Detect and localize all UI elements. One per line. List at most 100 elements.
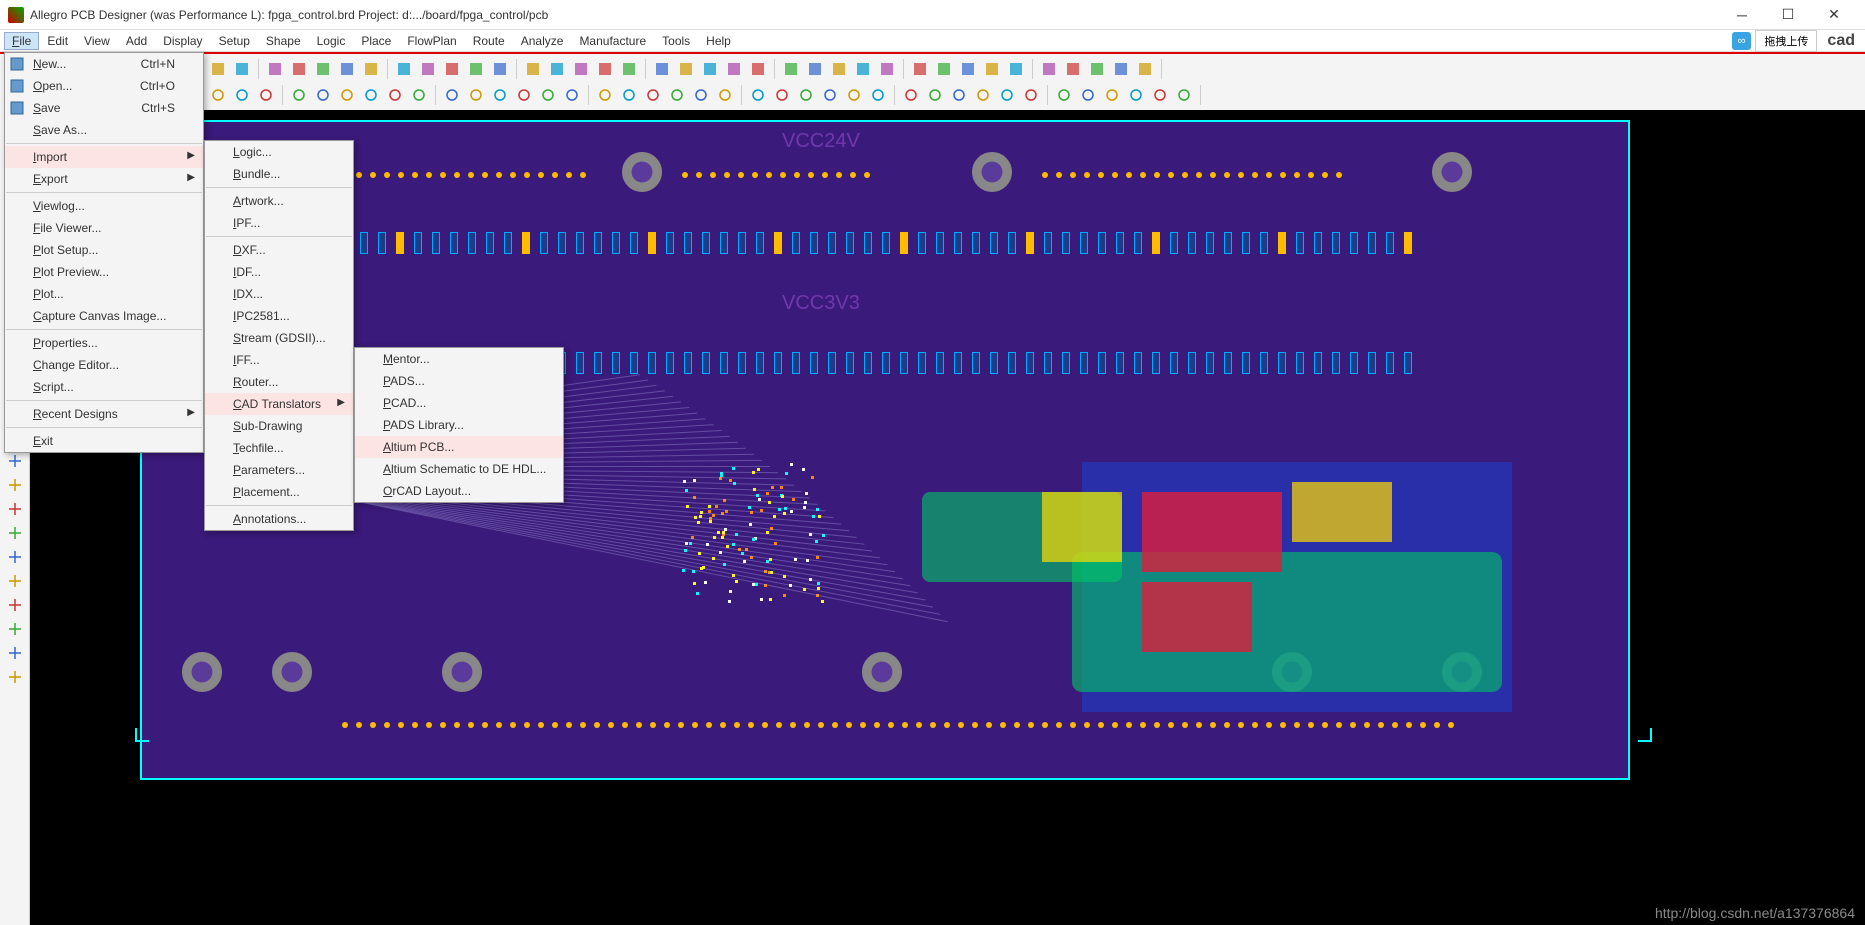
maximize-button[interactable]: ☐ [1765,0,1811,30]
vtool-btn-15[interactable] [4,474,26,496]
toolbar2-btn-41[interactable] [1173,84,1195,106]
toolbar2-btn-34[interactable] [996,84,1018,106]
toolbar1-btn-4[interactable] [231,58,253,80]
menu-item-properties-[interactable]: Properties... [5,332,203,354]
toolbar1-btn-26[interactable] [804,58,826,80]
menu-item-altium-pcb-[interactable]: Altium PCB... [355,436,563,458]
toolbar2-btn-17[interactable] [561,84,583,106]
menu-item-script-[interactable]: Script... [5,376,203,398]
toolbar2-btn-4[interactable] [231,84,253,106]
toolbar2-btn-9[interactable] [360,84,382,106]
menu-item-techfile-[interactable]: Techfile... [205,437,353,459]
toolbar2-btn-20[interactable] [642,84,664,106]
toolbar2-btn-27[interactable] [819,84,841,106]
menu-item-save[interactable]: SaveCtrl+S [5,97,203,119]
vtool-btn-17[interactable] [4,522,26,544]
menu-item-logic-[interactable]: Logic... [205,141,353,163]
vtool-btn-21[interactable] [4,618,26,640]
menu-item-ipf-[interactable]: IPF... [205,212,353,234]
toolbar1-btn-37[interactable] [1086,58,1108,80]
menu-item-mentor-[interactable]: Mentor... [355,348,563,370]
menu-flowplan[interactable]: FlowPlan [399,32,464,50]
toolbar1-btn-10[interactable] [393,58,415,80]
toolbar1-btn-16[interactable] [546,58,568,80]
toolbar2-btn-14[interactable] [489,84,511,106]
toolbar2-btn-36[interactable] [1053,84,1075,106]
toolbar1-btn-8[interactable] [336,58,358,80]
toolbar2-btn-37[interactable] [1077,84,1099,106]
vtool-btn-20[interactable] [4,594,26,616]
toolbar2-btn-29[interactable] [867,84,889,106]
menu-item-annotations-[interactable]: Annotations... [205,508,353,530]
toolbar2-btn-32[interactable] [948,84,970,106]
toolbar1-btn-13[interactable] [465,58,487,80]
menu-display[interactable]: Display [155,32,210,50]
menu-item-placement-[interactable]: Placement... [205,481,353,503]
toolbar2-btn-3[interactable] [207,84,229,106]
toolbar1-btn-23[interactable] [723,58,745,80]
toolbar2-btn-16[interactable] [537,84,559,106]
toolbar1-btn-39[interactable] [1134,58,1156,80]
menu-item-plot-[interactable]: Plot... [5,283,203,305]
toolbar2-btn-28[interactable] [843,84,865,106]
menu-item-recent-designs[interactable]: Recent Designs▶ [5,403,203,425]
menu-item-new-[interactable]: New...Ctrl+N [5,53,203,75]
toolbar1-btn-21[interactable] [675,58,697,80]
menu-item-parameters-[interactable]: Parameters... [205,459,353,481]
toolbar2-btn-33[interactable] [972,84,994,106]
vtool-btn-14[interactable] [4,450,26,472]
menu-item-altium-schematic-to-de-hdl-[interactable]: Altium Schematic to DE HDL... [355,458,563,480]
menu-item-artwork-[interactable]: Artwork... [205,190,353,212]
toolbar1-btn-15[interactable] [522,58,544,80]
toolbar1-btn-6[interactable] [288,58,310,80]
toolbar2-btn-19[interactable] [618,84,640,106]
menu-item-plot-setup-[interactable]: Plot Setup... [5,239,203,261]
toolbar2-btn-30[interactable] [900,84,922,106]
menu-item-import[interactable]: Import▶ [5,146,203,168]
toolbar2-btn-12[interactable] [441,84,463,106]
menu-add[interactable]: Add [118,32,155,50]
toolbar1-btn-19[interactable] [618,58,640,80]
toolbar1-btn-32[interactable] [957,58,979,80]
menu-item-idf-[interactable]: IDF... [205,261,353,283]
toolbar2-btn-25[interactable] [771,84,793,106]
toolbar1-btn-18[interactable] [594,58,616,80]
menu-route[interactable]: Route [465,32,513,50]
toolbar2-btn-8[interactable] [336,84,358,106]
vtool-btn-22[interactable] [4,642,26,664]
toolbar1-btn-33[interactable] [981,58,1003,80]
toolbar2-btn-18[interactable] [594,84,616,106]
toolbar1-btn-7[interactable] [312,58,334,80]
toolbar1-btn-34[interactable] [1005,58,1027,80]
menu-item-capture-canvas-image-[interactable]: Capture Canvas Image... [5,305,203,327]
menu-analyze[interactable]: Analyze [513,32,572,50]
toolbar2-btn-24[interactable] [747,84,769,106]
menu-item-ipc2581-[interactable]: IPC2581... [205,305,353,327]
toolbar2-btn-40[interactable] [1149,84,1171,106]
toolbar2-btn-21[interactable] [666,84,688,106]
menu-view[interactable]: View [76,32,118,50]
toolbar2-btn-22[interactable] [690,84,712,106]
toolbar1-btn-30[interactable] [909,58,931,80]
toolbar1-btn-28[interactable] [852,58,874,80]
menu-tools[interactable]: Tools [654,32,698,50]
menu-item-viewlog-[interactable]: Viewlog... [5,195,203,217]
toolbar1-btn-22[interactable] [699,58,721,80]
vtool-btn-23[interactable] [4,666,26,688]
menu-help[interactable]: Help [698,32,739,50]
toolbar1-btn-38[interactable] [1110,58,1132,80]
toolbar1-btn-25[interactable] [780,58,802,80]
menu-item-bundle-[interactable]: Bundle... [205,163,353,185]
toolbar1-btn-24[interactable] [747,58,769,80]
toolbar1-btn-35[interactable] [1038,58,1060,80]
toolbar1-btn-14[interactable] [489,58,511,80]
toolbar2-btn-10[interactable] [384,84,406,106]
menu-item-pads-[interactable]: PADS... [355,370,563,392]
menu-item-idx-[interactable]: IDX... [205,283,353,305]
vtool-btn-18[interactable] [4,546,26,568]
toolbar2-btn-23[interactable] [714,84,736,106]
menu-edit[interactable]: Edit [39,32,76,50]
toolbar2-btn-7[interactable] [312,84,334,106]
menu-item-change-editor-[interactable]: Change Editor... [5,354,203,376]
toolbar1-btn-27[interactable] [828,58,850,80]
